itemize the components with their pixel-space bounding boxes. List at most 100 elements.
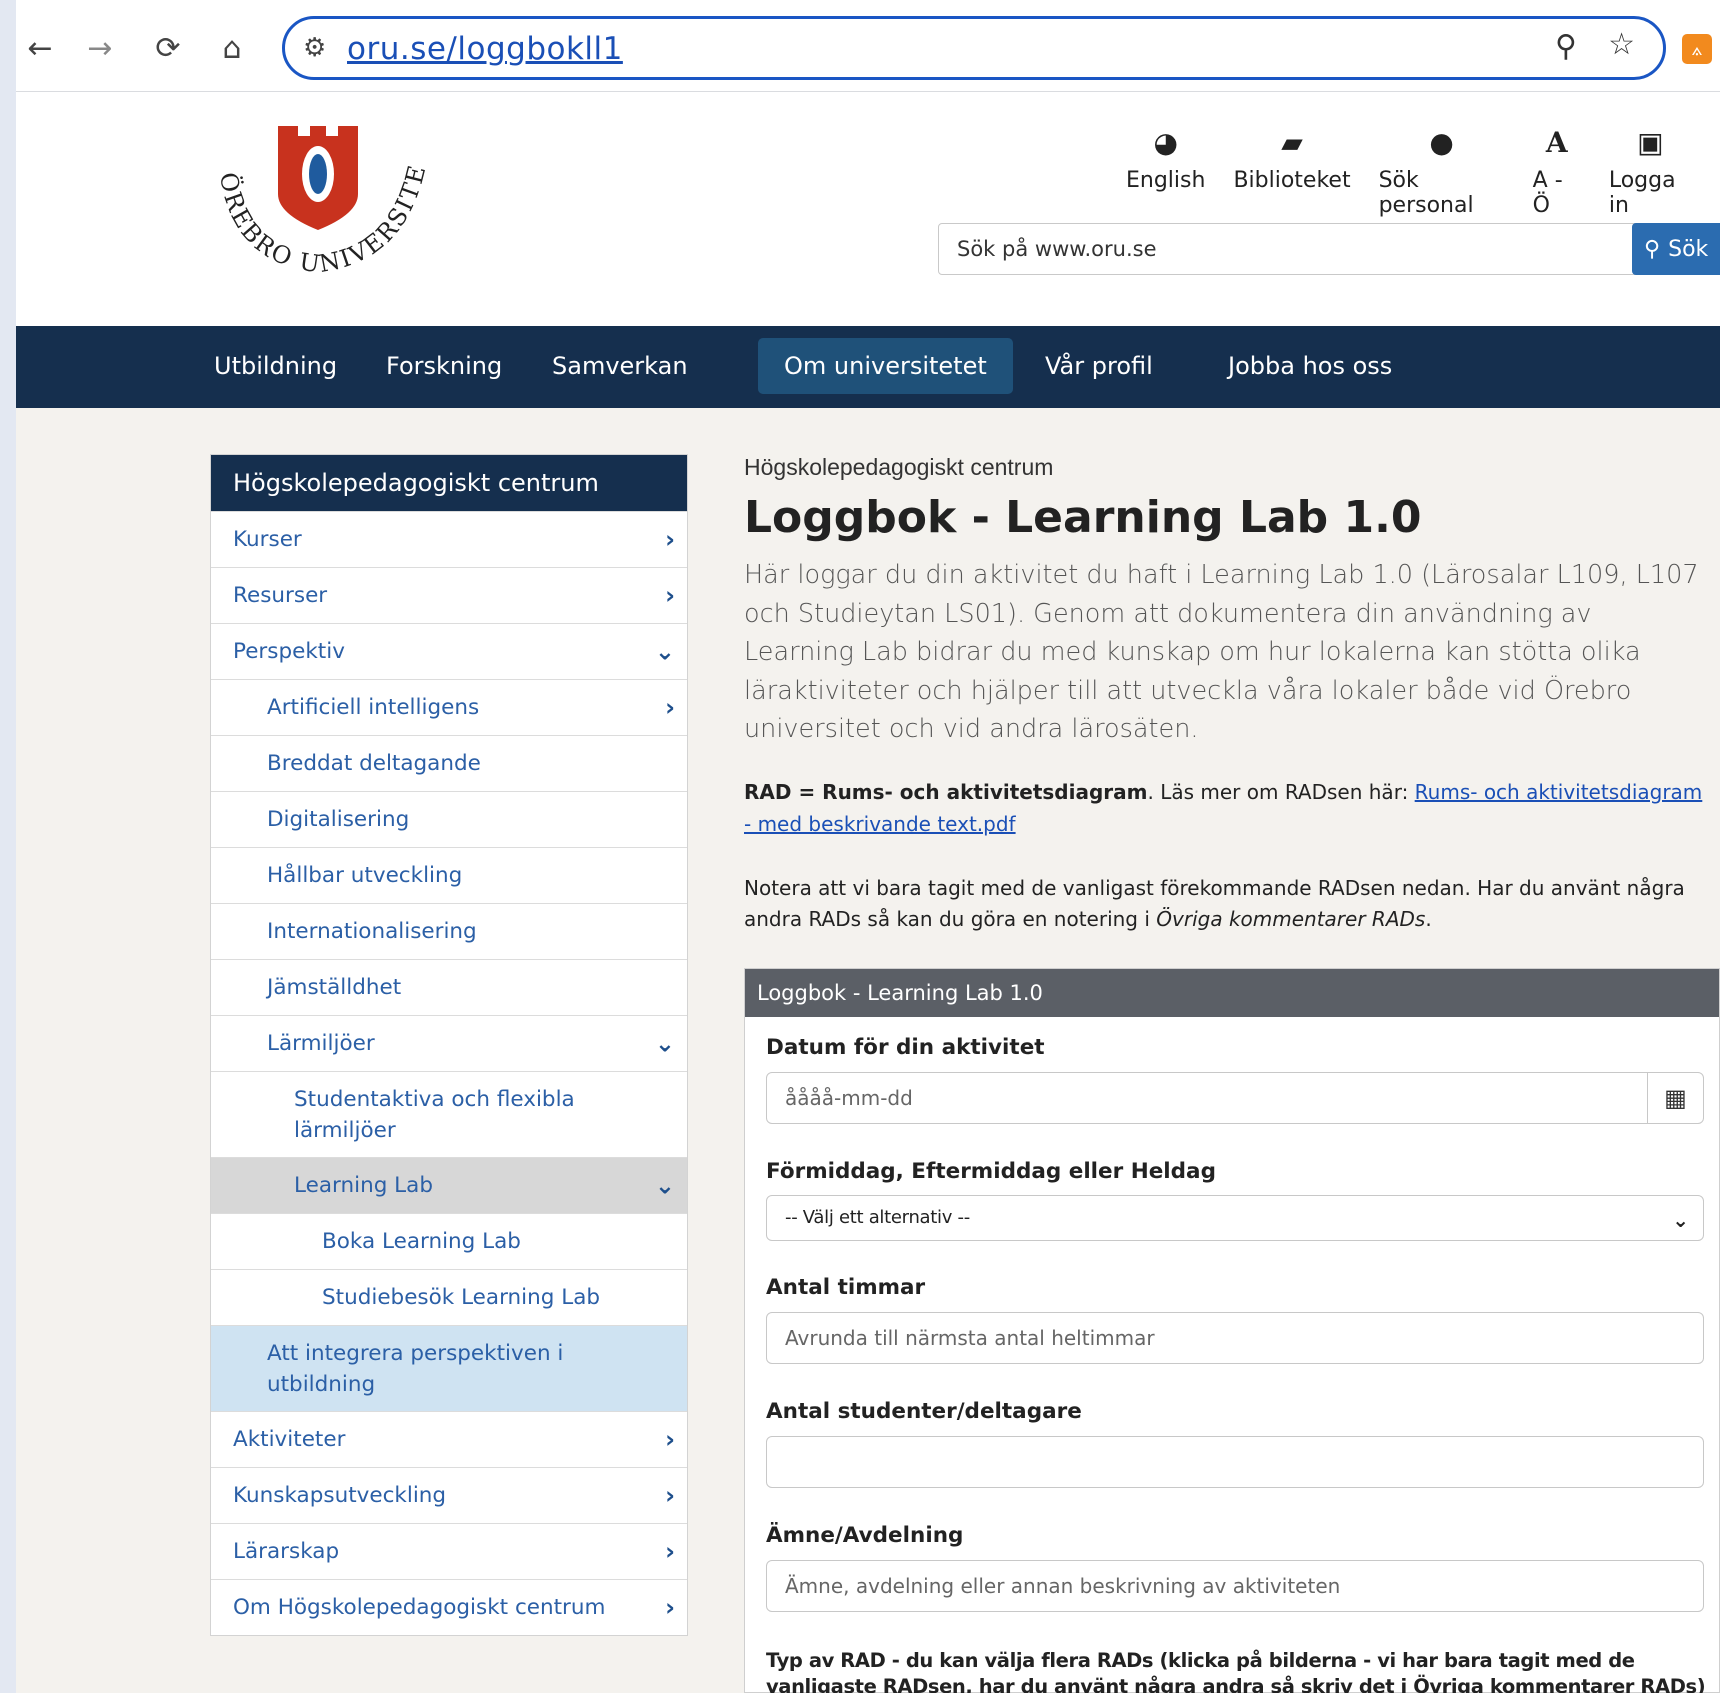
time-of-day-select[interactable]: -- Välj ett alternativ -- ⌄: [766, 1195, 1704, 1241]
chevron-down-icon: ⌄: [654, 637, 675, 665]
english-label: English: [1126, 168, 1206, 193]
sidebar-item-larmiljoer[interactable]: Lärmiljöer ⌄: [211, 1015, 687, 1071]
time-of-day-value: -- Välj ett alternativ --: [785, 1207, 970, 1228]
sidebar-item-label: Om Högskolepedagogiskt centrum: [233, 1595, 606, 1620]
sidebar-item-artificiell-intelligens[interactable]: Artificiell intelligens ›: [211, 679, 687, 735]
sidebar-item-studiebesok[interactable]: Studiebesök Learning Lab: [211, 1269, 687, 1325]
rss-icon[interactable]: ⟑: [1682, 34, 1712, 64]
utility-links: ◕ English ▰ Biblioteket ● Sök personal A…: [1126, 126, 1720, 218]
sidebar-item-resurser[interactable]: Resurser ›: [211, 567, 687, 623]
rad-definition: RAD = Rums- och aktivitetsdiagram: [744, 780, 1148, 804]
letter-a-icon: A: [1545, 126, 1568, 159]
bookmark-star-icon[interactable]: ☆: [1608, 27, 1635, 62]
hours-placeholder: Avrunda till närmsta antal heltimmar: [785, 1326, 1155, 1350]
url-text[interactable]: oru.se/loggbokll1: [347, 31, 623, 67]
nav-om-universitetet[interactable]: Om universitetet: [758, 338, 1013, 394]
library-link[interactable]: ▰ Biblioteket: [1233, 126, 1350, 218]
sidebar-item-label: Jämställdhet: [267, 975, 402, 1000]
search-button[interactable]: ⚲ Sök: [1632, 223, 1720, 275]
library-label: Biblioteket: [1233, 168, 1351, 193]
subject-input[interactable]: Ämne, avdelning eller annan beskrivning …: [766, 1560, 1704, 1612]
sidebar-item-kurser[interactable]: Kurser ›: [211, 511, 687, 567]
a-z-label: A - Ö: [1532, 168, 1563, 218]
sidebar-item-digitalisering[interactable]: Digitalisering: [211, 791, 687, 847]
sidebar-item-label: Artificiell intelligens: [267, 695, 480, 720]
home-icon[interactable]: ⌂: [212, 28, 252, 68]
site-search-input[interactable]: Sök på www.oru.se: [938, 223, 1640, 275]
subject-label: Ämne/Avdelning: [766, 1523, 964, 1548]
sidebar-item-att-integrera[interactable]: Att integrera perspektiven i utbildning: [211, 1325, 687, 1411]
forward-arrow-icon[interactable]: →: [80, 28, 120, 68]
nav-utbildning[interactable]: Utbildning: [188, 338, 363, 394]
date-input[interactable]: åååå-mm-dd ▦: [766, 1072, 1704, 1124]
chevron-down-icon: ⌄: [654, 1029, 675, 1057]
sidebar-item-boka-learning-lab[interactable]: Boka Learning Lab: [211, 1213, 687, 1269]
sidebar-item-label: Kunskapsutveckling: [233, 1483, 447, 1508]
back-arrow-icon[interactable]: ←: [20, 28, 60, 68]
sidebar-item-studentaktiva[interactable]: Studentaktiva och flexibla lärmiljöer: [211, 1071, 687, 1157]
note-paragraph: Notera att vi bara tagit med de vanligas…: [744, 873, 1710, 935]
sidebar-item-label: Digitalisering: [267, 807, 410, 832]
rad-type-label: Typ av RAD - du kan välja flera RADs (kl…: [766, 1649, 1706, 1693]
rad-intro: . Läs mer om RADsen här:: [1147, 780, 1415, 804]
a-z-link[interactable]: A A - Ö: [1533, 126, 1581, 218]
sidebar-item-aktiviteter[interactable]: Aktiviteter ›: [211, 1411, 687, 1467]
chevron-right-icon: ›: [665, 1537, 675, 1565]
nav-var-profil[interactable]: Vår profil: [1019, 338, 1179, 394]
browser-toolbar: ← → ⟳ ⌂ ⚙ oru.se/loggbokll1 ⚲ ☆ ⟑: [16, 0, 1720, 92]
sidebar-item-label: Breddat deltagande: [267, 751, 481, 776]
chevron-right-icon: ›: [665, 581, 675, 609]
university-logo[interactable]: ÖREBRO UNIVERSITET: [202, 114, 462, 294]
note-end: .: [1425, 907, 1432, 931]
chevron-right-icon: ›: [665, 1593, 675, 1621]
globe-icon: ◕: [1153, 126, 1178, 159]
staff-search-label: Sök personal: [1378, 168, 1474, 218]
address-bar[interactable]: ⚙ oru.se/loggbokll1 ⚲ ☆: [282, 16, 1666, 80]
sidebar-item-label: Lärarskap: [233, 1539, 340, 1564]
sidebar-item-jamstalldhet[interactable]: Jämställdhet: [211, 959, 687, 1015]
reload-icon[interactable]: ⟳: [148, 28, 188, 68]
sidebar-item-label: Hållbar utveckling: [267, 863, 463, 888]
hours-label: Antal timmar: [766, 1275, 926, 1300]
sidebar-item-label: Resurser: [233, 583, 328, 608]
sidebar-item-lararskap[interactable]: Lärarskap ›: [211, 1523, 687, 1579]
chevron-right-icon: ›: [665, 1481, 675, 1509]
search-button-label: Sök: [1668, 236, 1709, 262]
staff-search-link[interactable]: ● Sök personal: [1379, 126, 1505, 218]
nav-samverkan[interactable]: Samverkan: [526, 338, 714, 394]
sidebar-item-label: Kurser: [233, 527, 302, 552]
lead-paragraph: Här loggar du din aktivitet du haft i Le…: [744, 560, 1699, 744]
sidebar-item-learning-lab[interactable]: Learning Lab ⌄: [211, 1157, 687, 1213]
calendar-icon[interactable]: ▦: [1647, 1073, 1703, 1123]
date-label: Datum för din aktivitet: [766, 1035, 1045, 1060]
sidebar-item-kunskapsutveckling[interactable]: Kunskapsutveckling ›: [211, 1467, 687, 1523]
sidebar-item-perspektiv[interactable]: Perspektiv ⌄: [211, 623, 687, 679]
english-link[interactable]: ◕ English: [1126, 126, 1205, 218]
chevron-right-icon: ›: [665, 525, 675, 553]
page-title: Loggbok - Learning Lab 1.0: [744, 492, 1422, 543]
nav-jobba-hos-oss[interactable]: Jobba hos oss: [1202, 338, 1418, 394]
sidebar-title[interactable]: Högskolepedagogiskt centrum: [211, 455, 687, 511]
site-settings-icon[interactable]: ⚙: [303, 33, 326, 63]
hours-input[interactable]: Avrunda till närmsta antal heltimmar: [766, 1312, 1704, 1364]
chevron-down-icon: ⌄: [1672, 1208, 1689, 1232]
sidebar-item-hallbar-utveckling[interactable]: Hållbar utveckling: [211, 847, 687, 903]
person-icon: ●: [1429, 126, 1454, 159]
sidebar-item-label: Boka Learning Lab: [322, 1229, 521, 1254]
date-placeholder: åååå-mm-dd: [785, 1086, 913, 1110]
sidebar-item-internationalisering[interactable]: Internationalisering: [211, 903, 687, 959]
note-italic: Övriga kommentarer RADs: [1156, 907, 1426, 931]
subject-placeholder: Ämne, avdelning eller annan beskrivning …: [785, 1574, 1341, 1598]
sidebar-item-breddat-deltagande[interactable]: Breddat deltagande: [211, 735, 687, 791]
login-link[interactable]: ▣ Logga in: [1609, 126, 1692, 218]
login-label: Logga in: [1608, 168, 1676, 218]
students-input[interactable]: [766, 1436, 1704, 1488]
search-placeholder: Sök på www.oru.se: [957, 237, 1157, 261]
search-icon: ⚲: [1644, 236, 1661, 262]
book-icon: ▰: [1281, 126, 1303, 159]
nav-forskning[interactable]: Forskning: [360, 338, 528, 394]
time-of-day-label: Förmiddag, Eftermiddag eller Heldag: [766, 1159, 1216, 1184]
logbook-form: Loggbok - Learning Lab 1.0 Datum för din…: [744, 968, 1720, 1693]
zoom-icon[interactable]: ⚲: [1555, 29, 1577, 64]
sidebar-item-om-hpc[interactable]: Om Högskolepedagogiskt centrum ›: [211, 1579, 687, 1635]
